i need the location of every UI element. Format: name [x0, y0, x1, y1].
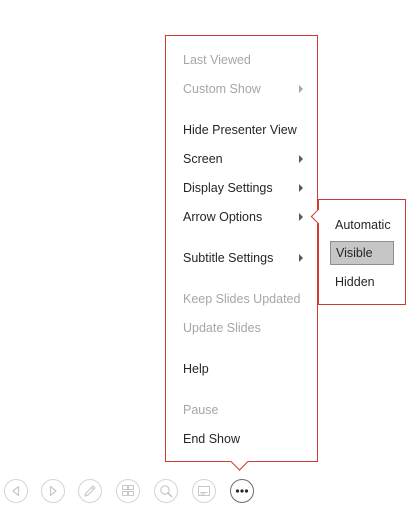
pen-tools-button[interactable]: [78, 479, 102, 503]
menu-item-label: Hide Presenter View: [183, 123, 297, 137]
menu-item-hide-presenter-view[interactable]: Hide Presenter View: [183, 119, 307, 141]
previous-icon: [12, 485, 20, 497]
slideshow-context-menu: Last Viewed Custom Show Hide Presenter V…: [165, 35, 318, 462]
menu-item-screen[interactable]: Screen: [183, 148, 307, 170]
menu-item-custom-show[interactable]: Custom Show: [183, 78, 307, 100]
pen-icon: [84, 485, 96, 497]
see-all-slides-icon: [122, 485, 134, 496]
submenu-item-label: Automatic: [335, 218, 391, 232]
chevron-right-icon: [299, 254, 303, 262]
subtitles-button[interactable]: [192, 479, 216, 503]
subtitles-icon: [198, 486, 210, 496]
chevron-right-icon: [299, 155, 303, 163]
chevron-right-icon: [299, 85, 303, 93]
menu-item-update-slides[interactable]: Update Slides: [183, 317, 307, 339]
next-icon: [49, 485, 57, 497]
menu-item-display-settings[interactable]: Display Settings: [183, 177, 307, 199]
arrow-options-submenu: Automatic Visible Hidden: [318, 199, 406, 305]
menu-item-label: Keep Slides Updated: [183, 292, 301, 306]
submenu-item-automatic[interactable]: Automatic: [330, 213, 394, 237]
menu-item-label: Last Viewed: [183, 53, 251, 67]
menu-item-label: Display Settings: [183, 181, 273, 195]
submenu-item-label: Visible: [336, 246, 373, 260]
menu-item-label: Pause: [183, 403, 219, 417]
submenu-item-visible[interactable]: Visible: [330, 241, 394, 265]
previous-slide-button[interactable]: [4, 479, 28, 503]
more-options-icon: [235, 489, 249, 493]
menu-item-help[interactable]: Help: [183, 358, 307, 380]
submenu-item-hidden[interactable]: Hidden: [330, 270, 394, 294]
more-options-button[interactable]: [230, 479, 254, 503]
zoom-icon: [160, 485, 173, 498]
menu-item-keep-slides-updated[interactable]: Keep Slides Updated: [183, 288, 307, 310]
menu-item-end-show[interactable]: End Show: [183, 428, 307, 450]
chevron-right-icon: [299, 184, 303, 192]
submenu-item-label: Hidden: [335, 275, 375, 289]
menu-item-pause[interactable]: Pause: [183, 399, 307, 421]
menu-item-label: End Show: [183, 432, 240, 446]
chevron-right-icon: [299, 213, 303, 221]
menu-item-last-viewed[interactable]: Last Viewed: [183, 49, 307, 71]
zoom-button[interactable]: [154, 479, 178, 503]
menu-item-arrow-options[interactable]: Arrow Options: [183, 206, 307, 228]
next-slide-button[interactable]: [41, 479, 65, 503]
menu-item-label: Custom Show: [183, 82, 261, 96]
menu-item-label: Subtitle Settings: [183, 251, 274, 265]
menu-item-label: Update Slides: [183, 321, 261, 335]
menu-item-label: Arrow Options: [183, 210, 263, 224]
menu-item-subtitle-settings[interactable]: Subtitle Settings: [183, 247, 307, 269]
menu-item-label: Screen: [183, 152, 223, 166]
see-all-slides-button[interactable]: [116, 479, 140, 503]
menu-item-label: Help: [183, 362, 209, 376]
